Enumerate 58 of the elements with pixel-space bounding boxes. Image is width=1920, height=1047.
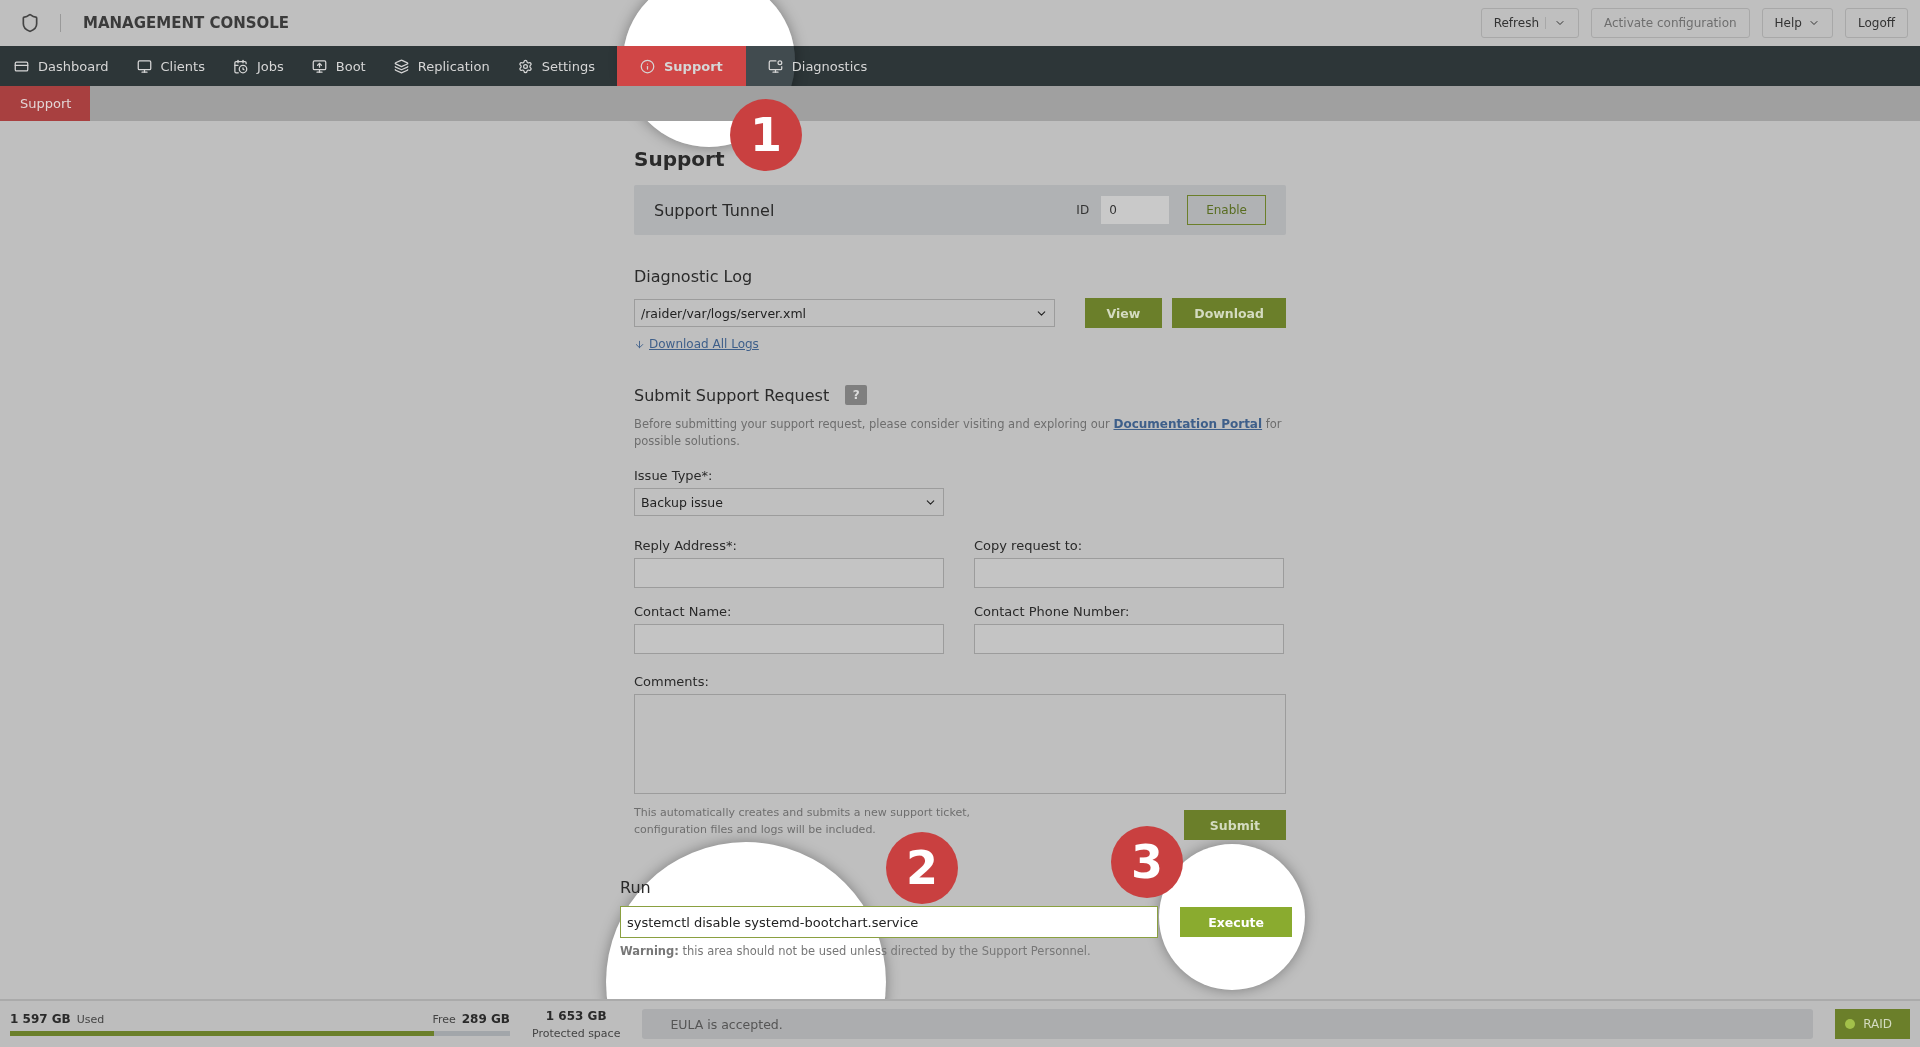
id-field[interactable]: 0 [1101, 196, 1170, 224]
eula-status: EULA is accepted. [642, 1009, 1814, 1039]
status-dot-icon [1845, 1019, 1856, 1029]
field-label: Comments: [634, 674, 710, 689]
tab-icon [311, 58, 327, 74]
intro-text: Before submitting your support request, please consider visiting and exploring our Documentation Portal for possible solutions. [634, 416, 1283, 450]
tab-icon [640, 58, 655, 74]
tab-icon [517, 58, 533, 74]
input-field[interactable] [974, 624, 1284, 654]
log-select[interactable]: /raider/var/logs/server.xml [634, 299, 1055, 327]
command-field[interactable]: systemctl disable systemd-bootchart.service [620, 906, 1159, 938]
field-label: Copy request to: [974, 538, 1084, 553]
free-value: 289 GB [461, 1012, 510, 1026]
field-label: Reply Address*: [634, 538, 738, 553]
nav-tab[interactable]: Clients [122, 46, 219, 86]
download-icon [634, 338, 645, 350]
sub-tab[interactable]: Support [0, 86, 90, 121]
tab-icon [232, 58, 248, 74]
app-title: MANAGEMENT CONSOLE [60, 14, 290, 32]
field-label: Issue Type*: [634, 468, 714, 483]
nav-tab[interactable]: Dashboard [0, 46, 123, 86]
panel-title: Support Tunnel [654, 200, 776, 220]
caret-icon [1545, 17, 1566, 29]
free-label: Free [432, 1012, 456, 1026]
download-link[interactable]: Download All Logs [649, 337, 759, 351]
tab-icon [767, 58, 783, 74]
nav-tab[interactable]: Settings [503, 46, 609, 86]
step-number-badge: 3 [1111, 826, 1183, 898]
page-title: Support [634, 147, 726, 171]
nav-tab[interactable]: Diagnostics [753, 46, 882, 86]
tab-icon [14, 58, 29, 74]
protected-value: 1 653 GB [545, 1008, 607, 1023]
id-label: ID [1076, 203, 1090, 217]
section-title: Run [620, 878, 651, 897]
field-label: Contact Name: [634, 604, 733, 619]
logo-icon [20, 13, 40, 33]
header-button[interactable]: Help [1761, 8, 1833, 38]
section-title: Submit Support Request [634, 385, 830, 405]
nav-tab[interactable]: Jobs [218, 46, 298, 86]
input-field[interactable] [634, 624, 944, 654]
protected-label: Protected space [532, 1026, 621, 1040]
tab-icon [136, 58, 152, 74]
nav-tab[interactable]: Replication [379, 46, 504, 86]
tab-icon [393, 58, 409, 74]
step-number-badge: 2 [886, 832, 958, 904]
input-field[interactable] [974, 558, 1284, 588]
used-label: Used [76, 1012, 105, 1026]
header-button[interactable]: Logoff [1844, 8, 1908, 38]
field-label: Contact Phone Number: [974, 604, 1131, 619]
section-title: Diagnostic Log [634, 267, 754, 286]
input-field[interactable] [634, 558, 944, 588]
step-number-badge: 1 [730, 99, 802, 171]
header-button[interactable]: Refresh [1480, 8, 1579, 38]
documentation-link[interactable]: Documentation Portal [1113, 417, 1263, 431]
used-value: 1 597 GB [10, 1012, 71, 1026]
issue-select[interactable]: Backup issue [634, 488, 944, 516]
comments-field[interactable] [634, 694, 1286, 794]
nav-tab[interactable]: Boot [297, 46, 380, 86]
